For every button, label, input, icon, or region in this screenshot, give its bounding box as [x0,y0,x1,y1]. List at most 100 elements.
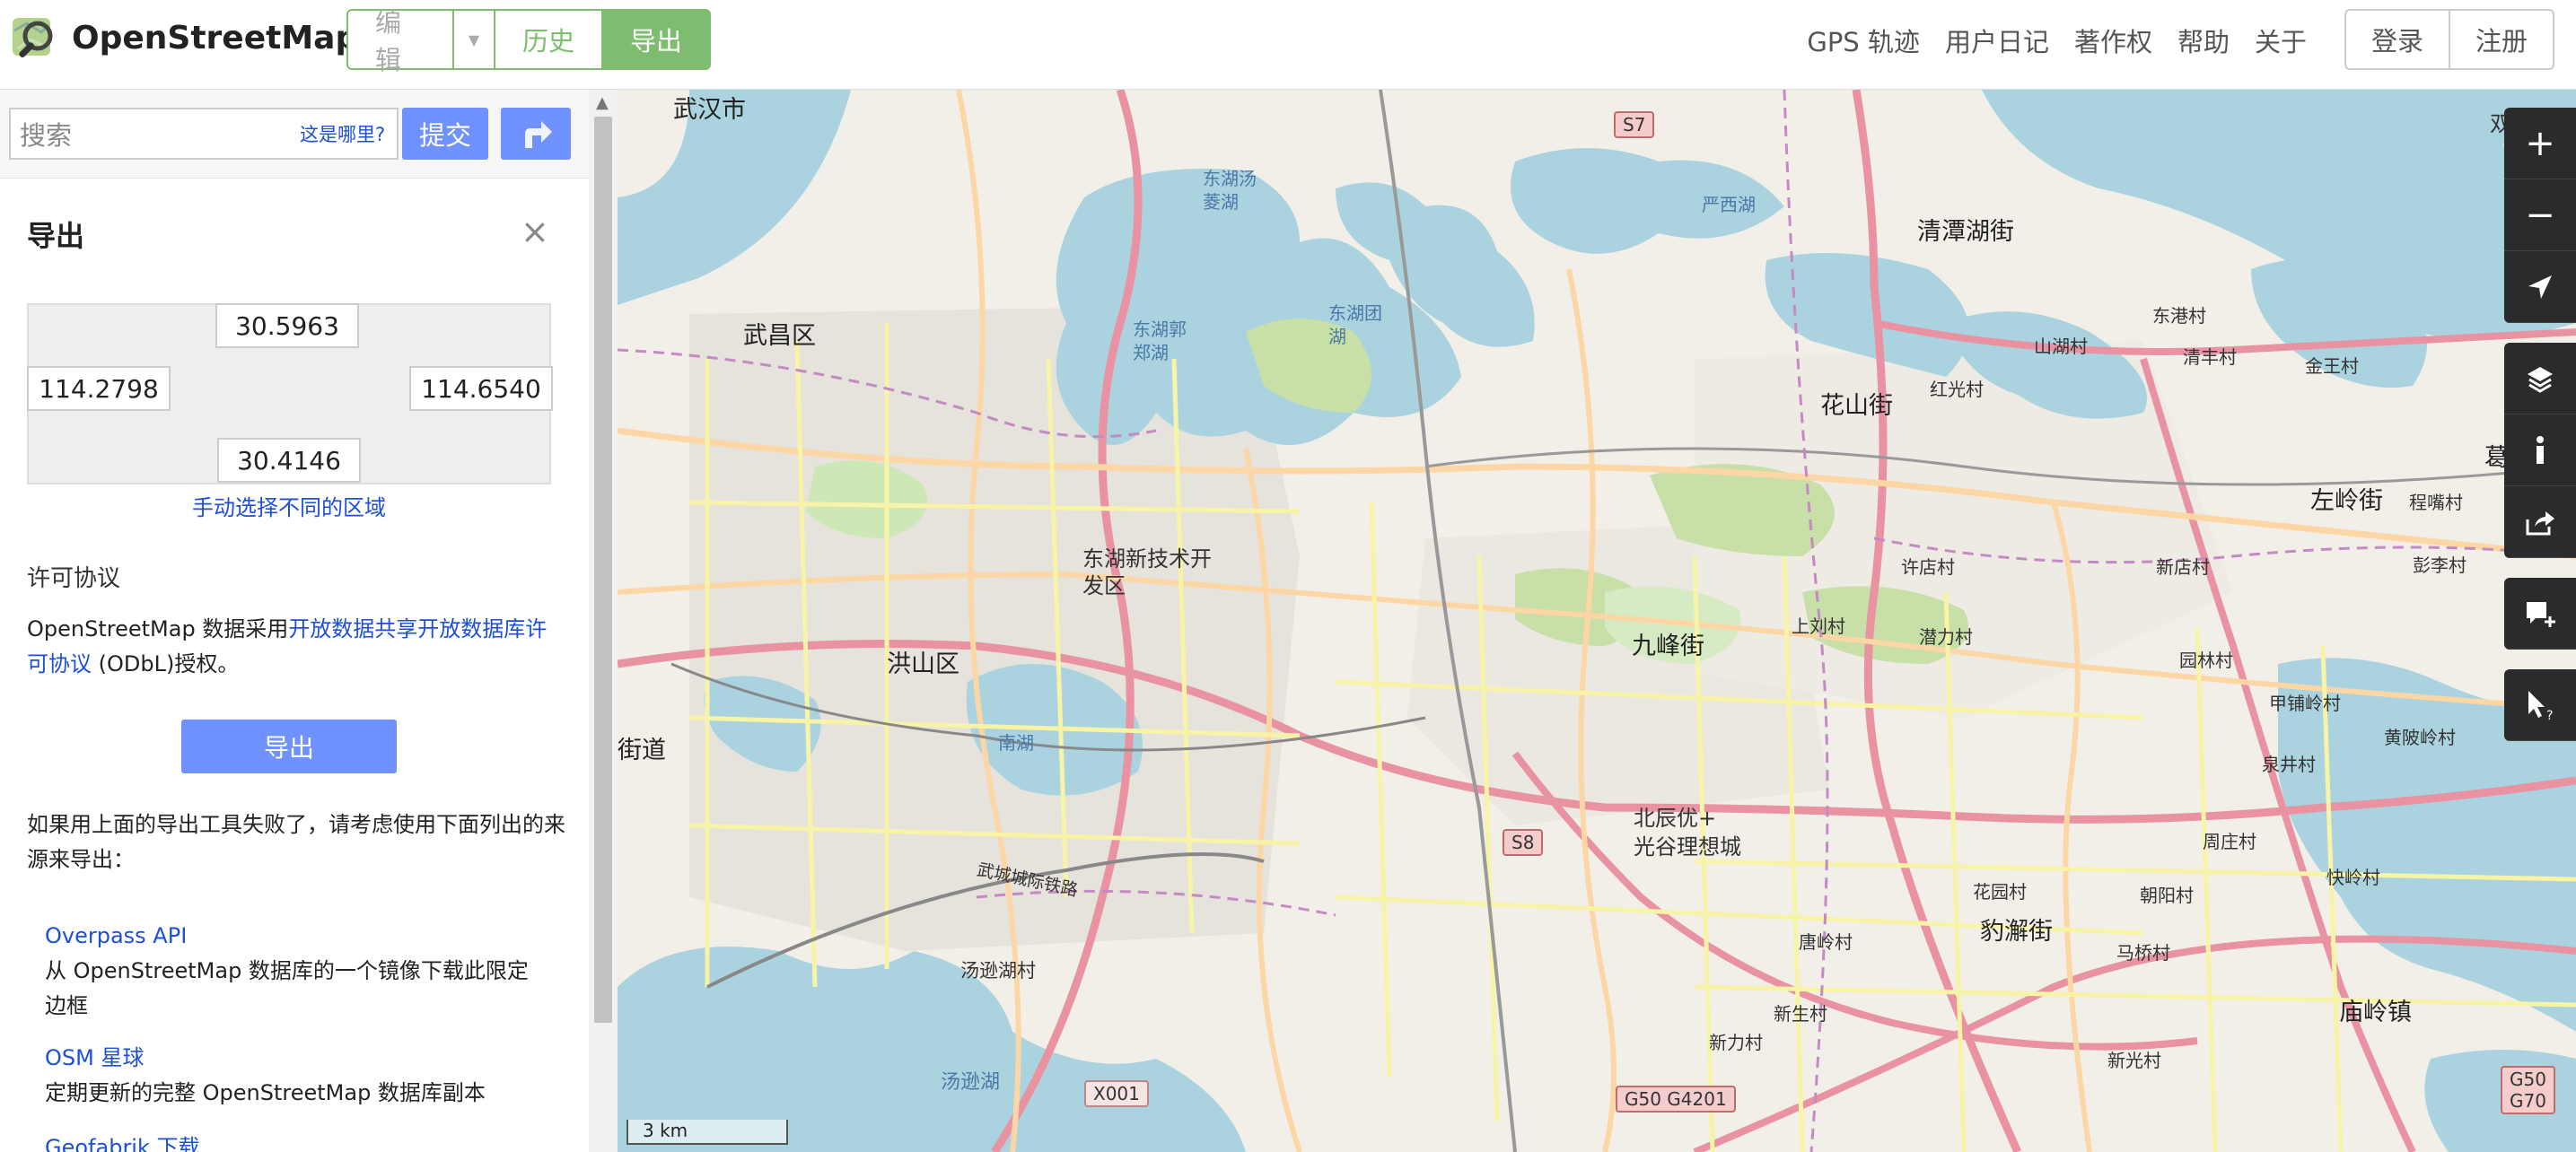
nav-about[interactable]: 关于 [2255,22,2307,59]
map-label-wuhan: 武汉市 [673,96,746,124]
map-label-huayuan: 花园村 [1973,881,2027,903]
note-tools [2504,578,2576,650]
history-button[interactable]: 历史 [495,9,603,70]
layers-icon [2528,366,2553,393]
sidebar: 搜索 这是哪里? 提交 导出 × 30.5963 114.2798 114.65… [0,90,592,1152]
map-scale: 3 km [626,1120,788,1145]
nav-copyright[interactable]: 著作权 [2074,22,2152,59]
map-label-xinli: 新力村 [1709,1032,1763,1053]
map-label-chengzui: 程嘴村 [2409,492,2463,513]
map-label-zuoling: 左岭街 [2310,487,2383,515]
where-is-this-link[interactable]: 这是哪里? [300,120,385,147]
map-label-shangliu: 上刘村 [1792,615,1845,637]
login-button[interactable]: 登录 [2344,9,2450,70]
edit-button-group: 编辑 ▼ 历史 导出 [346,7,711,75]
map-label-yuanlin: 园林村 [2179,650,2233,671]
export-tab-button[interactable]: 导出 [603,9,711,70]
osm-planet-link[interactable]: OSM 星球 [45,1041,548,1076]
source-planet: OSM 星球 定期更新的完整 OpenStreetMap 数据库副本 [45,1041,548,1111]
map-label-huashan: 花山街 [1820,392,1893,420]
map-key-button[interactable] [2504,415,2576,486]
share-button[interactable] [2504,486,2576,558]
query-cursor-icon: ? [2528,690,2553,721]
map-label-baoxie: 豹澥街 [1980,918,2053,946]
nav-help[interactable]: 帮助 [2177,22,2230,59]
min-lon-field[interactable]: 114.2798 [27,366,171,411]
map-label-beichen: 北辰优+ 光谷理想城 [1634,806,1741,860]
logo-text[interactable]: OpenStreetMap [72,20,358,57]
license-prefix: OpenStreetMap 数据采用 [27,616,289,641]
scroll-up-arrow-icon[interactable]: ▲ [596,93,609,112]
nav-gps-traces[interactable]: GPS 轨迹 [1807,22,1920,59]
map-tiles [618,90,2576,1152]
map-label-tangxun-village: 汤逊湖村 [960,960,1036,982]
map-label-donghu-guozheng: 东湖郭 郑湖 [1133,319,1187,363]
min-lat-field[interactable]: 30.4146 [217,438,361,483]
map-label-qingfeng: 清丰村 [2183,346,2237,368]
zoom-out-button[interactable]: − [2504,179,2576,251]
locate-button[interactable] [2504,251,2576,323]
planet-description: 定期更新的完整 OpenStreetMap 数据库副本 [45,1080,486,1105]
chevron-down-icon: ▼ [468,31,480,48]
query-features-button[interactable]: ? [2504,669,2576,741]
bounding-box: 30.5963 114.2798 114.6540 30.4146 [27,303,553,484]
map-label-xinsheng: 新生村 [1774,1003,1827,1025]
overpass-api-link[interactable]: Overpass API [45,919,548,954]
map-view[interactable]: 武汉市 武昌区 洪山区 街道 东湖新技术开 发区 九峰街 花山街 清潭湖街 北辰… [618,90,2576,1152]
query-tools: ? [2504,669,2576,741]
map-label-chaoyang: 朝阳村 [2140,885,2194,906]
map-label-maqiao: 马桥村 [2116,942,2170,964]
manual-select-area-link[interactable]: 手动选择不同的区域 [0,490,578,521]
license-heading: 许可协议 [27,565,121,592]
header-nav: GPS 轨迹 用户日记 著作权 帮助 关于 [1807,22,2307,59]
map-label-zhouzhuang: 周庄村 [2203,831,2256,852]
osm-logo-icon[interactable] [9,13,65,68]
map-label-miaoling: 庙岭镇 [2339,999,2412,1026]
road-shield-x001: X001 [1084,1080,1149,1107]
add-note-button[interactable] [2504,578,2576,650]
map-label-wuchang: 武昌区 [743,322,816,350]
map-label-huangpoling: 黄陂岭村 [2384,727,2456,748]
map-label-qianli: 潜力村 [1919,626,1973,648]
map-label-nanhu: 南湖 [998,732,1034,754]
fallback-text: 如果用上面的导出工具失败了，请考虑使用下面列出的来源来导出： [27,812,565,872]
top-header: OpenStreetMap 编辑 ▼ 历史 导出 GPS 轨迹 用户日记 著作权… [0,0,2576,90]
layers-button[interactable] [2504,343,2576,415]
geofabrik-link[interactable]: Geofabrik 下载 [45,1130,548,1152]
close-icon[interactable]: × [521,212,549,251]
scrollbar-thumb[interactable] [594,117,612,1023]
map-label-donghu-lingjiao: 东湖汤 菱湖 [1203,168,1257,213]
share-icon [2526,511,2554,535]
map-label-pengli: 彭李村 [2413,554,2466,576]
zoom-in-button[interactable]: + [2504,108,2576,179]
map-label-tangling: 唐岭村 [1799,931,1853,953]
map-label-xindian: 新店村 [2156,556,2210,578]
map-label-jiedao: 街道 [618,737,666,764]
nav-user-diaries[interactable]: 用户日记 [1945,22,2049,59]
source-overpass: Overpass API 从 OpenStreetMap 数据库的一个镜像下载此… [45,919,548,1024]
map-label-quanjing: 泉井村 [2262,754,2316,775]
search-submit-button[interactable]: 提交 [402,108,488,160]
license-text: OpenStreetMap 数据采用开放数据共享开放数据库许可协议 (ODbL)… [27,612,565,682]
map-label-xudian: 许店村 [1901,556,1955,578]
sidebar-scrollbar[interactable]: ▲ [589,90,618,1152]
export-panel-title: 导出 [27,219,85,253]
road-shield-s8: S8 [1503,829,1544,856]
map-label-jiapuling: 甲铺岭村 [2269,693,2341,714]
export-button[interactable]: 导出 [181,720,397,773]
license-suffix: (ODbL)授权。 [92,651,240,676]
max-lon-field[interactable]: 114.6540 [409,366,553,411]
directions-button[interactable] [501,108,571,160]
signup-button[interactable]: 注册 [2449,9,2554,70]
max-lat-field[interactable]: 30.5963 [215,303,359,348]
edit-button[interactable]: 编辑 [346,7,454,75]
zoom-controls: + − [2504,108,2576,323]
map-tools [2504,343,2576,558]
map-label-tangxun-lake: 汤逊湖 [941,1071,1001,1094]
road-shield-s7: S7 [1614,111,1655,138]
edit-dropdown-button[interactable]: ▼ [454,9,495,70]
directions-icon [525,121,552,148]
source-geofabrik: Geofabrik 下载 [45,1130,548,1152]
add-note-icon [2527,601,2555,627]
map-label-jiufeng: 九峰街 [1632,633,1704,660]
